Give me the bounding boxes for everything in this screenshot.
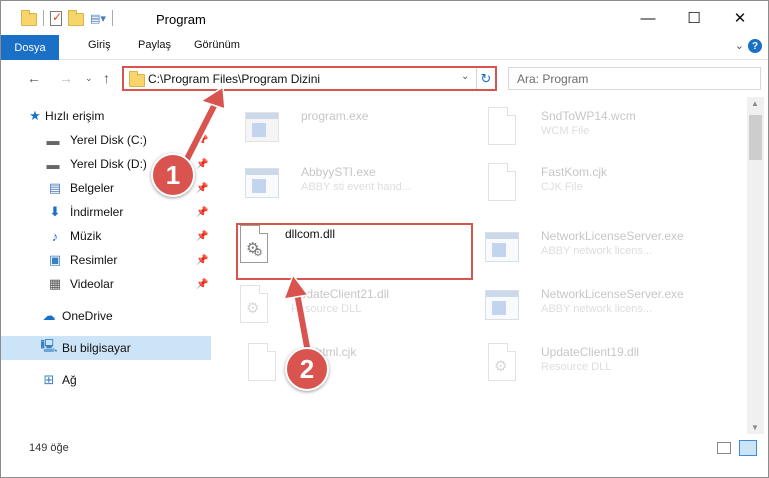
arrow-1-head	[199, 85, 226, 111]
step-2-badge: 2	[285, 347, 329, 391]
annotation-arrows	[181, 85, 312, 352]
explorer-window: ▤▾ Program — ☐ ✕ Dosya Giriş Paylaş Görü…	[0, 0, 769, 478]
arrow-2-head	[282, 273, 310, 300]
step-1-badge: 1	[151, 153, 195, 197]
